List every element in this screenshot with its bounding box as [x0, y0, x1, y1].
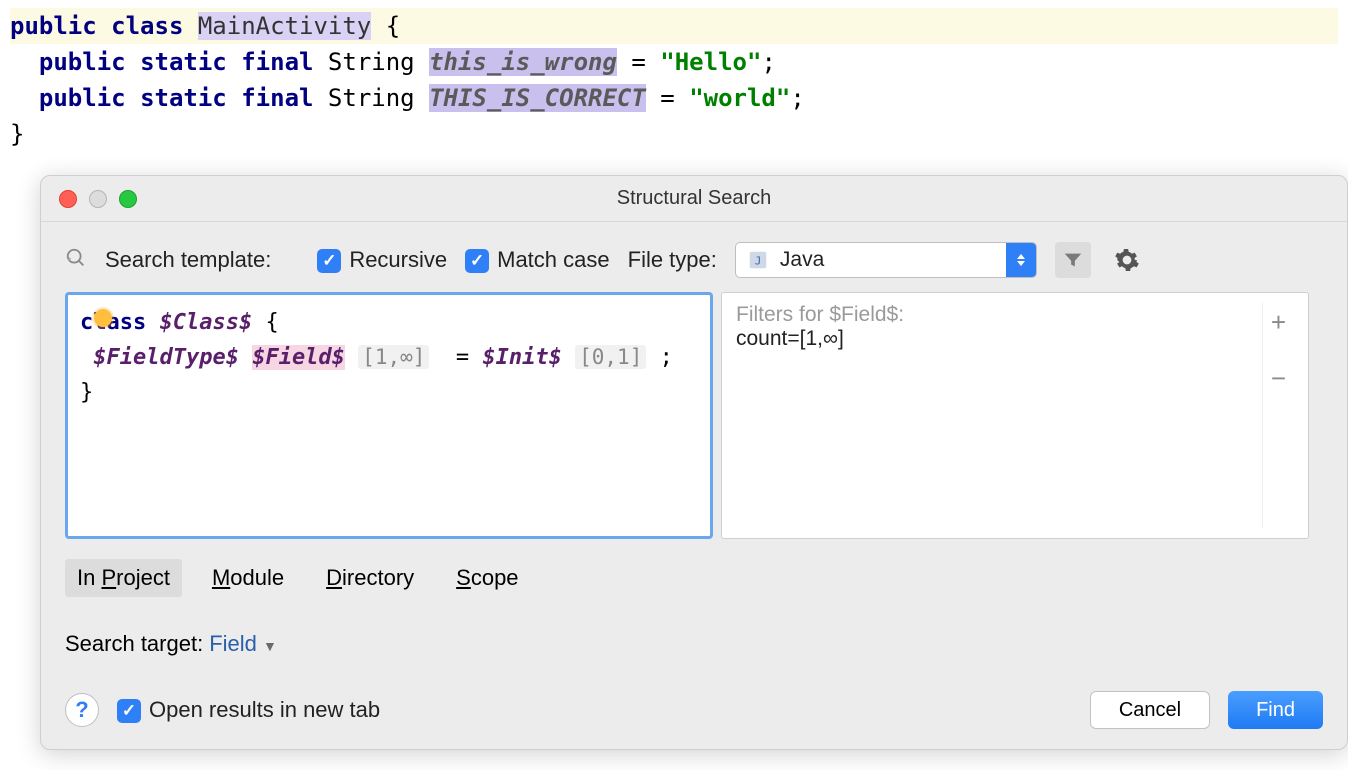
tab-directory[interactable]: Directory [314, 559, 426, 597]
dialog-title: Structural Search [41, 187, 1347, 210]
search-icon[interactable] [65, 247, 87, 274]
match-case-checkbox[interactable]: ✓ Match case [465, 247, 610, 273]
type-string2: String [328, 84, 415, 112]
field-correct: THIS_IS_CORRECT [429, 84, 646, 112]
var-field: $Field$ [252, 345, 345, 370]
filters-title: Filters for $Field$: [736, 303, 1262, 327]
t-brace-open: { [265, 310, 278, 335]
kw-public: public [10, 12, 97, 40]
open-results-new-tab-checkbox[interactable]: ✓ Open results in new tab [117, 697, 380, 723]
help-button[interactable]: ? [65, 693, 99, 727]
kw-static2: static [140, 84, 227, 112]
tab-module[interactable]: Module [200, 559, 296, 597]
var-class: $Class$ [159, 310, 252, 335]
scope-tabs: In Project Module Directory Scope [65, 559, 1323, 597]
dialog-toolbar: Search template: ✓ Recursive ✓ Match cas… [65, 242, 1323, 278]
filters-pane[interactable]: Filters for $Field$: count=[1,∞] + − [721, 292, 1309, 539]
recursive-checkbox[interactable]: ✓ Recursive [317, 247, 447, 273]
var-fieldtype: $FieldType$ [93, 345, 239, 370]
template-editor[interactable]: class $Class$ { $FieldType$ $Field$ [1,∞… [65, 292, 713, 539]
kw-final2: final [241, 84, 313, 112]
t-semi: ; [660, 345, 673, 370]
class-name-highlight: MainActivity [198, 12, 371, 40]
type-string: String [328, 48, 415, 76]
semi1: ; [761, 48, 775, 76]
kw-final: final [241, 48, 313, 76]
cancel-button[interactable]: Cancel [1090, 691, 1210, 729]
field-count-badge: [1,∞] [358, 345, 429, 369]
semi2: ; [790, 84, 804, 112]
kw-public3: public [39, 84, 126, 112]
intention-bulb-icon[interactable] [94, 309, 112, 327]
open-results-label: Open results in new tab [149, 697, 380, 723]
search-target-label: Search target: [65, 631, 203, 657]
svg-text:J: J [755, 255, 762, 268]
find-button[interactable]: Find [1228, 691, 1323, 729]
code-line-3: public static final String THIS_IS_CORRE… [10, 80, 1338, 116]
filter-button[interactable] [1055, 242, 1091, 278]
template-line-3: } [80, 375, 698, 410]
tab-scope[interactable]: Scope [444, 559, 530, 597]
code-line-4: } [10, 116, 1338, 152]
string-world: "world" [689, 84, 790, 112]
chevron-down-icon: ▼ [263, 638, 277, 654]
check-icon: ✓ [317, 249, 341, 273]
t-eq: = [456, 345, 469, 370]
file-type-label: File type: [628, 247, 717, 273]
check-icon: ✓ [465, 249, 489, 273]
titlebar: Structural Search [41, 176, 1347, 222]
eq1: = [631, 48, 645, 76]
file-type-select[interactable]: J Java [735, 242, 1037, 278]
eq2: = [660, 84, 674, 112]
search-template-label: Search template: [105, 247, 271, 273]
java-file-icon: J [744, 246, 772, 274]
search-target-row: Search target: Field ▼ [65, 631, 1323, 657]
kw-class: class [111, 12, 183, 40]
structural-search-dialog: Structural Search Search template: ✓ Rec… [40, 175, 1348, 750]
recursive-label: Recursive [349, 247, 447, 273]
var-init: $Init$ [482, 345, 561, 370]
template-line-2: $FieldType$ $Field$ [1,∞] = $Init$ [0,1]… [80, 340, 698, 375]
brace-open: { [386, 12, 400, 40]
file-type-value: Java [780, 248, 1006, 272]
kw-public2: public [39, 48, 126, 76]
init-count-badge: [0,1] [575, 345, 646, 369]
search-target-dropdown[interactable]: Field ▼ [209, 631, 277, 657]
chevron-updown-icon [1006, 242, 1036, 278]
add-filter-button[interactable]: + [1271, 309, 1286, 335]
kw-class-t: class [80, 310, 146, 335]
tab-in-project[interactable]: In Project [65, 559, 182, 597]
code-line-2: public static final String this_is_wrong… [10, 44, 1338, 80]
code-editor[interactable]: public class MainActivity { public stati… [0, 0, 1348, 160]
field-wrong: this_is_wrong [429, 48, 617, 76]
match-case-label: Match case [497, 247, 610, 273]
remove-filter-button[interactable]: − [1271, 365, 1286, 391]
string-hello: "Hello" [660, 48, 761, 76]
settings-button[interactable] [1109, 242, 1145, 278]
kw-static: static [140, 48, 227, 76]
check-icon: ✓ [117, 699, 141, 723]
filters-count-line: count=[1,∞] [736, 327, 1262, 351]
template-line-1: class $Class$ { [80, 305, 698, 340]
code-line-1: public class MainActivity { [10, 8, 1338, 44]
